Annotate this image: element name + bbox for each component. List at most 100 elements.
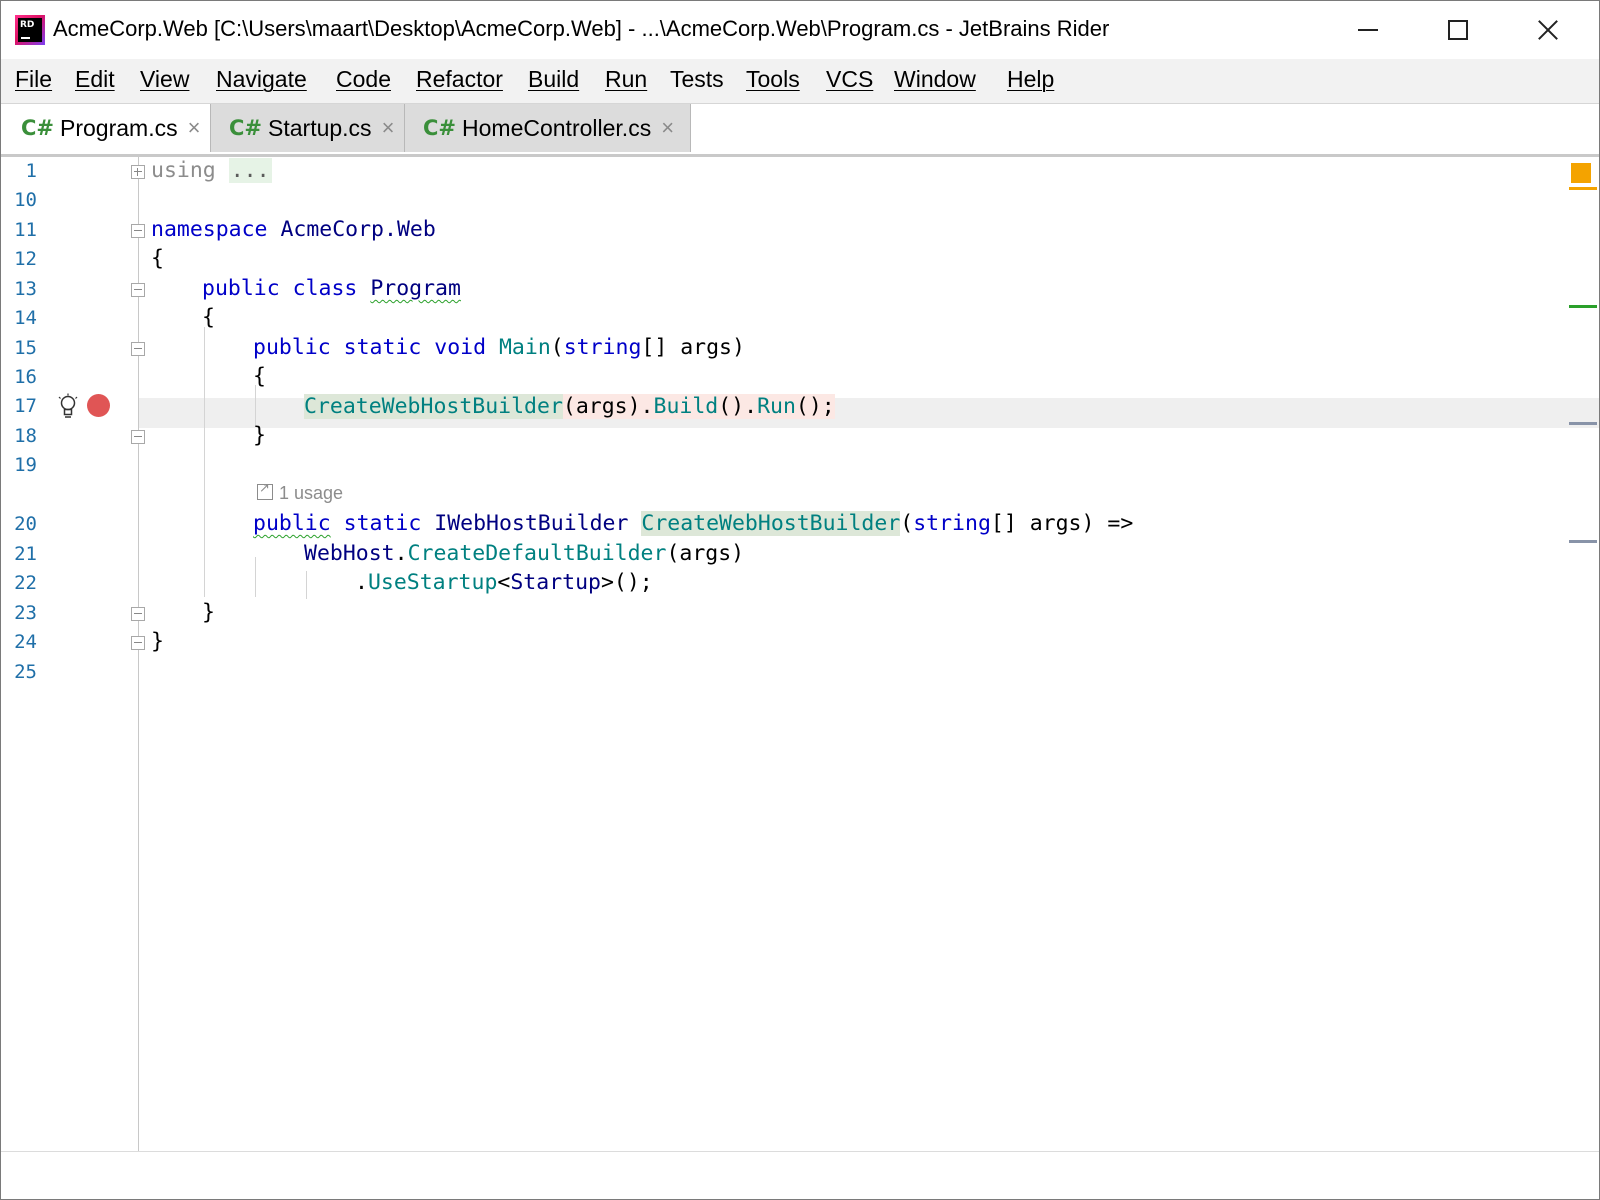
code-line-21[interactable]: WebHost.CreateDefaultBuilder(args) (304, 540, 744, 568)
line-number: 1 (25, 160, 37, 182)
line-number: 16 (14, 366, 37, 388)
generic-open: < (497, 570, 511, 595)
csharp-file-icon: C# (423, 116, 457, 140)
call-end: (); (795, 394, 835, 419)
parameter-list: [] args) => (990, 511, 1134, 536)
info-stripe-mark[interactable] (1569, 422, 1597, 425)
line-number: 21 (14, 543, 37, 565)
ide-window: RD AcmeCorp.Web [C:\Users\maart\Desktop\… (0, 0, 1600, 1200)
line-number: 23 (14, 602, 37, 624)
code-line-23[interactable]: } (202, 599, 215, 627)
paren: ( (900, 511, 914, 536)
fold-end-icon[interactable] (131, 430, 145, 444)
gutter-separator (138, 157, 139, 1151)
public-keyword: public (253, 335, 331, 360)
rider-logo-icon: RD (15, 15, 45, 45)
tab-label: HomeController.cs (462, 114, 652, 141)
type-name: IWebHostBuilder (434, 511, 629, 536)
void-keyword: void (434, 335, 487, 360)
fold-collapse-icon[interactable] (131, 283, 145, 297)
menu-navigate[interactable]: Navigate (216, 66, 307, 93)
indent-guide (255, 385, 256, 425)
line-number: 25 (14, 661, 37, 683)
menu-edit[interactable]: Edit (75, 66, 115, 93)
method-call: CreateWebHostBuilder (304, 394, 563, 419)
code-line-18[interactable]: } (253, 422, 266, 450)
fold-end-icon[interactable] (131, 636, 145, 650)
code-line-13[interactable]: public class Program (202, 275, 461, 303)
usage-count: 1 usage (279, 483, 344, 503)
minimize-button[interactable] (1323, 1, 1413, 59)
code-line-20[interactable]: public static IWebHostBuilder CreateWebH… (253, 510, 1133, 538)
close-window-button[interactable] (1503, 1, 1593, 59)
line-number: 24 (14, 631, 37, 653)
code-line-14[interactable]: { (202, 304, 215, 332)
minimize-icon (1358, 29, 1378, 31)
menu-vcs[interactable]: VCS (826, 66, 873, 93)
warning-stripe-mark[interactable] (1569, 187, 1597, 190)
method-call: CreateDefaultBuilder (407, 541, 667, 566)
menu-tools[interactable]: Tools (746, 66, 800, 93)
usage-hint[interactable]: 1 usage (257, 480, 344, 504)
line-number: 18 (14, 425, 37, 447)
menu-tests[interactable]: Tests (670, 66, 724, 93)
window-title: AcmeCorp.Web [C:\Users\maart\Desktop\Acm… (53, 16, 1110, 41)
menu-build[interactable]: Build (528, 66, 579, 93)
code-line-17[interactable]: CreateWebHostBuilder(args).Build().Run()… (304, 393, 835, 421)
menu-run[interactable]: Run (605, 66, 647, 93)
menu-view[interactable]: View (140, 66, 189, 93)
code-line-15[interactable]: public static void Main(string[] args) (253, 334, 745, 362)
tab-startup-cs[interactable]: C# Startup.cs × (210, 104, 405, 152)
line-number: 12 (14, 248, 37, 270)
brace: { (253, 364, 266, 389)
fold-collapse-icon[interactable] (131, 224, 145, 238)
fold-end-icon[interactable] (131, 607, 145, 621)
code-line-22[interactable]: .UseStartup<Startup>(); (355, 569, 653, 597)
lightbulb-icon[interactable] (57, 393, 79, 419)
warning-status-icon[interactable] (1571, 163, 1591, 183)
menu-help[interactable]: Help (1007, 66, 1054, 93)
fold-collapse-icon[interactable] (131, 342, 145, 356)
tab-program-cs[interactable]: C# Program.cs × (1, 104, 210, 152)
info-stripe-mark[interactable] (1569, 540, 1597, 543)
code-line-12[interactable]: { (151, 245, 164, 273)
brace: } (151, 629, 164, 654)
menu-refactor[interactable]: Refactor (416, 66, 503, 93)
method-call: UseStartup (367, 570, 498, 595)
tab-label: Program.cs (60, 114, 178, 141)
method-name: CreateWebHostBuilder (641, 511, 901, 536)
fold-expand-icon[interactable] (131, 165, 145, 179)
line-number: 22 (14, 572, 37, 594)
tab-homecontroller-cs[interactable]: C# HomeController.cs × (404, 104, 691, 152)
close-tab-icon[interactable]: × (188, 115, 201, 141)
run-call: Run (757, 394, 796, 419)
code-line-11[interactable]: namespace AcmeCorp.Web (151, 216, 436, 244)
line-number: 10 (14, 189, 37, 211)
close-tab-icon[interactable]: × (382, 115, 395, 141)
menu-code[interactable]: Code (336, 66, 391, 93)
suggestion-stripe-mark[interactable] (1569, 305, 1597, 308)
parameter-list: [] args) (641, 335, 745, 360)
code-line-24[interactable]: } (151, 628, 164, 656)
call-dot: (). (718, 394, 758, 419)
brace: { (151, 246, 164, 271)
call-args: (args). (562, 394, 654, 419)
brace: } (202, 600, 215, 625)
title-bar: RD AcmeCorp.Web [C:\Users\maart\Desktop\… (1, 1, 1599, 59)
public-keyword: public (253, 511, 331, 536)
maximize-button[interactable] (1413, 1, 1503, 59)
menu-file[interactable]: File (15, 66, 52, 93)
class-keyword: class (292, 276, 358, 301)
close-tab-icon[interactable]: × (661, 115, 674, 141)
menu-window[interactable]: Window (894, 66, 976, 93)
using-keyword: using (151, 158, 216, 183)
breakpoint-icon[interactable] (87, 394, 110, 417)
code-line-16[interactable]: { (253, 363, 266, 391)
line-number: 13 (14, 278, 37, 300)
status-bar (1, 1151, 1599, 1199)
public-keyword: public (202, 276, 280, 301)
collapsed-region[interactable]: ... (228, 158, 272, 183)
indent-guide (306, 571, 307, 599)
code-editor[interactable]: 1 10 11 12 13 14 15 16 17 18 19 20 21 22… (1, 157, 1599, 1151)
code-line-1[interactable]: using ... (151, 157, 272, 185)
